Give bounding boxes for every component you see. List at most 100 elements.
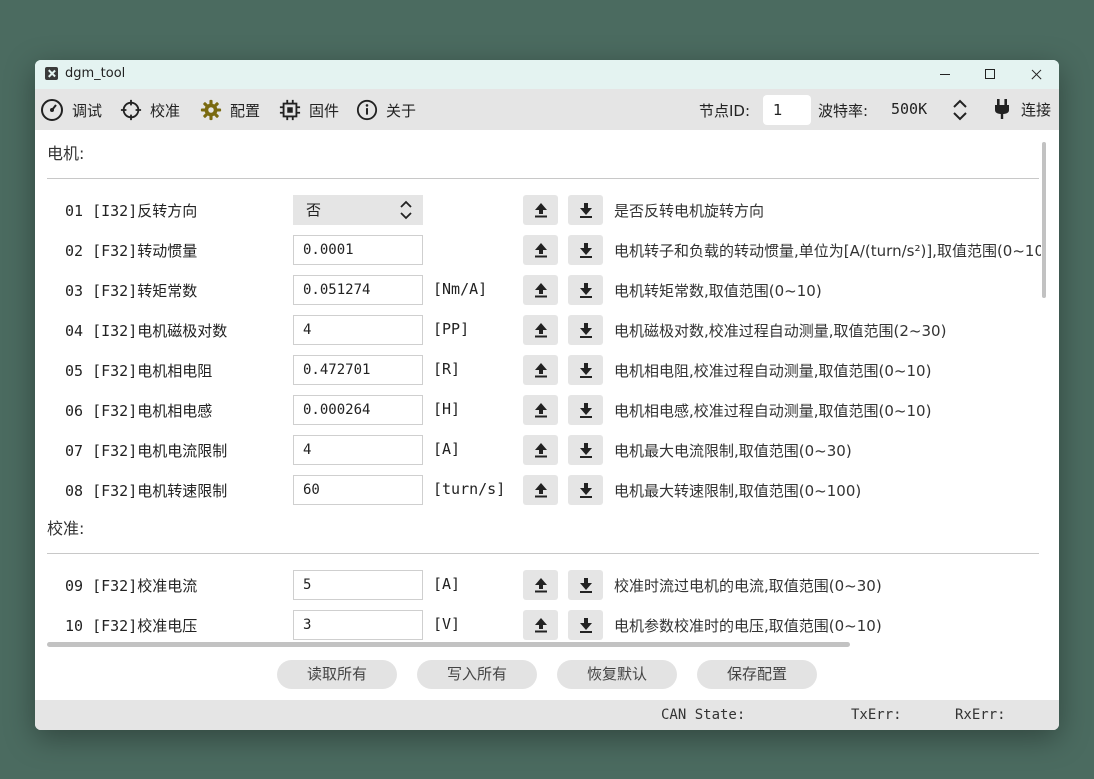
node-id-input[interactable]: 1 [763, 95, 811, 125]
gear-icon [200, 99, 222, 121]
param-row: 01 [I32]反转方向 否 是否反转电机旋转方向 [35, 195, 1045, 225]
param-input[interactable]: 0.472701 [293, 355, 423, 385]
param-input[interactable]: 3 [293, 610, 423, 640]
maximize-button[interactable] [967, 60, 1013, 89]
download-button[interactable] [568, 610, 603, 640]
download-button[interactable] [568, 475, 603, 505]
param-input[interactable]: 4 [293, 435, 423, 465]
upload-icon [535, 403, 547, 418]
connect-label: 连接 [1021, 100, 1052, 119]
param-description: 电机相电感,校准过程自动测量,取值范围(0~10) [614, 402, 932, 420]
param-name: 10 [F32]校准电压 [65, 617, 198, 635]
upload-button[interactable] [523, 195, 558, 225]
tab-about[interactable]: 关于 [356, 98, 416, 122]
param-description: 电机转子和负载的转动惯量,单位为[A/(turn/s²)],取值范围(0~10) [614, 242, 1041, 260]
upload-button[interactable] [523, 475, 558, 505]
minimize-button[interactable] [922, 60, 968, 89]
download-icon [580, 578, 592, 593]
upload-button[interactable] [523, 315, 558, 345]
param-input[interactable]: 0.000264 [293, 395, 423, 425]
baud-rate-value[interactable]: 500K [891, 100, 927, 118]
connect-button[interactable]: 连接 [993, 98, 1051, 120]
download-button[interactable] [568, 195, 603, 225]
upload-icon [535, 243, 547, 258]
download-icon [580, 243, 592, 258]
download-button[interactable] [568, 395, 603, 425]
write-all-button[interactable]: 写入所有 [417, 660, 537, 689]
upload-button[interactable] [523, 355, 558, 385]
tab-config[interactable]: 配置 [200, 98, 260, 122]
section-divider [47, 553, 1039, 554]
vertical-scrollbar[interactable] [1042, 142, 1046, 298]
param-row: 09 [F32]校准电流 5 [A] 校准时流过电机的电流,取值范围(0~30) [35, 570, 1045, 600]
crosshair-icon [120, 99, 142, 121]
param-description: 校准时流过电机的电流,取值范围(0~30) [614, 577, 882, 595]
app-icon [45, 67, 58, 80]
upload-button[interactable] [523, 235, 558, 265]
download-icon [580, 363, 592, 378]
param-description: 电机相电阻,校准过程自动测量,取值范围(0~10) [614, 362, 932, 380]
tab-label: 校准 [150, 101, 181, 120]
chevron-updown-icon[interactable] [950, 98, 970, 122]
param-input[interactable]: 0.051274 [293, 275, 423, 305]
param-input[interactable]: 0.0001 [293, 235, 423, 265]
upload-button[interactable] [523, 395, 558, 425]
param-name: 01 [I32]反转方向 [65, 202, 198, 220]
upload-icon [535, 283, 547, 298]
param-row: 03 [F32]转矩常数 0.051274 [Nm/A] 电机转矩常数,取值范围… [35, 275, 1045, 305]
param-description: 电机磁极对数,校准过程自动测量,取值范围(2~30) [614, 322, 947, 340]
horizontal-scrollbar[interactable] [47, 642, 850, 647]
toolbar: 调试 校准 配置 固件 关于 节点ID: 1 波特率: 500K 连接 [35, 89, 1059, 130]
download-button[interactable] [568, 315, 603, 345]
upload-icon [535, 363, 547, 378]
baud-rate-label: 波特率: [818, 102, 869, 120]
param-description: 电机参数校准时的电压,取值范围(0~10) [614, 617, 882, 635]
restore-defaults-button[interactable]: 恢复默认 [557, 660, 677, 689]
param-input[interactable]: 60 [293, 475, 423, 505]
info-icon [356, 99, 378, 121]
download-icon [580, 323, 592, 338]
tab-calibrate[interactable]: 校准 [120, 98, 180, 122]
param-unit: [V] [433, 615, 461, 633]
close-button[interactable] [1013, 60, 1059, 89]
upload-button[interactable] [523, 610, 558, 640]
download-button[interactable] [568, 355, 603, 385]
section-title-calibration: 校准: [47, 519, 85, 538]
node-id-label: 节点ID: [699, 102, 751, 120]
upload-icon [535, 483, 547, 498]
tab-label: 配置 [230, 101, 261, 120]
param-select[interactable]: 否 [293, 195, 423, 225]
upload-icon [535, 203, 547, 218]
gauge-icon [41, 99, 63, 121]
param-unit: [turn/s] [433, 480, 506, 498]
download-icon [580, 203, 592, 218]
upload-button[interactable] [523, 435, 558, 465]
save-config-button[interactable]: 保存配置 [697, 660, 817, 689]
param-unit: [A] [433, 440, 461, 458]
tab-firmware[interactable]: 固件 [279, 98, 339, 122]
param-description: 电机最大电流限制,取值范围(0~30) [614, 442, 852, 460]
param-value: 否 [306, 201, 322, 219]
plug-icon [995, 99, 1009, 119]
upload-button[interactable] [523, 275, 558, 305]
param-description: 是否反转电机旋转方向 [614, 202, 765, 220]
upload-button[interactable] [523, 570, 558, 600]
download-button[interactable] [568, 435, 603, 465]
rx-error-label: RxErr: [955, 707, 1006, 723]
download-button[interactable] [568, 275, 603, 305]
param-row: 06 [F32]电机相电感 0.000264 [H] 电机相电感,校准过程自动测… [35, 395, 1045, 425]
param-input[interactable]: 4 [293, 315, 423, 345]
download-button[interactable] [568, 570, 603, 600]
read-all-button[interactable]: 读取所有 [277, 660, 397, 689]
title-bar: dgm_tool [35, 60, 1059, 89]
tab-debug[interactable]: 调试 [40, 98, 102, 122]
param-name: 05 [F32]电机相电阻 [65, 362, 213, 380]
upload-icon [535, 323, 547, 338]
param-input[interactable]: 5 [293, 570, 423, 600]
action-bar: 读取所有 写入所有 恢复默认 保存配置 [35, 657, 1059, 692]
download-icon [580, 443, 592, 458]
download-icon [580, 618, 592, 633]
download-icon [580, 283, 592, 298]
download-button[interactable] [568, 235, 603, 265]
param-description: 电机最大转速限制,取值范围(0~100) [614, 482, 862, 500]
